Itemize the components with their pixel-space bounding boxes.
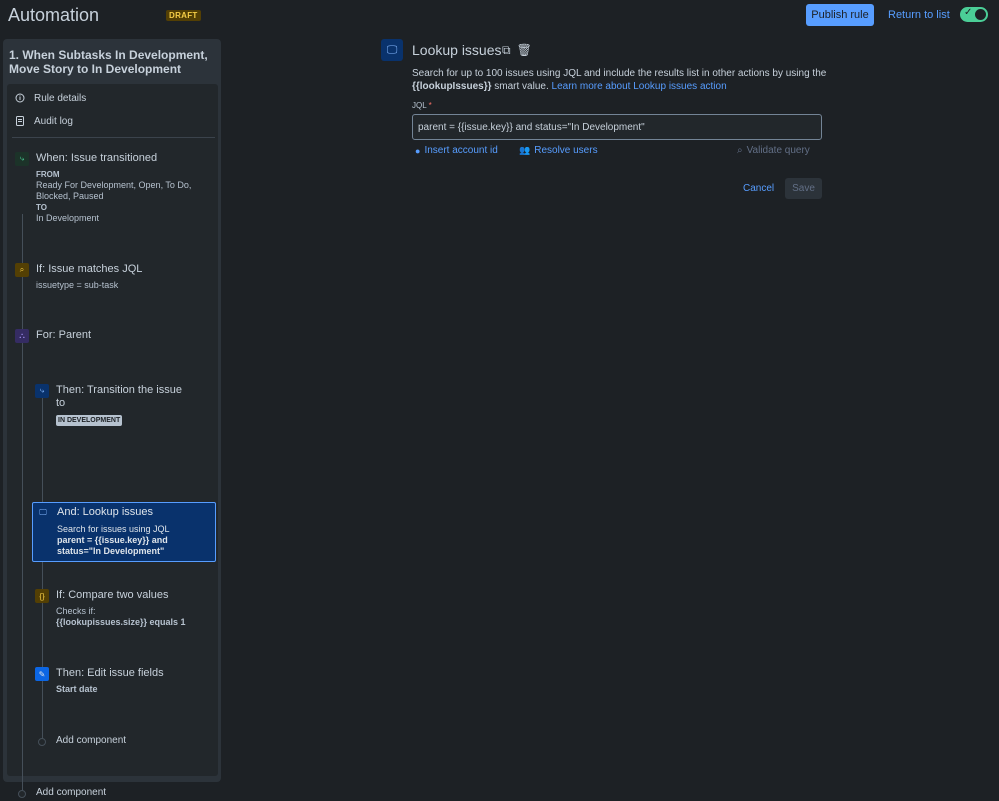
monitor-icon: 🖵 <box>381 39 403 61</box>
lookup-issues-step[interactable]: 🖵 And: Lookup issues Search for issues u… <box>32 502 216 562</box>
description-text: Search for up to 100 issues using JQL an… <box>412 68 827 79</box>
rule-components: Rule details Audit log ⤷ When: Issue tra… <box>7 84 218 798</box>
rule-panel: 1. When Subtasks In Development, Move St… <box>3 39 221 798</box>
branch-parent-step[interactable]: ⛬ For: Parent <box>15 329 210 345</box>
add-component-outer[interactable]: Add component <box>36 787 106 798</box>
rule-enabled-toggle[interactable]: ✓ <box>960 7 988 22</box>
lookup-jql-2: status="In Development" <box>57 546 165 556</box>
description-text-2: smart value. <box>491 81 552 92</box>
add-node-dot <box>18 790 26 798</box>
learn-more-link[interactable]: Learn more about Lookup issues action <box>552 81 727 92</box>
edit-title: Then: Edit issue fields <box>56 667 164 679</box>
rule-name: 1. When Subtasks In Development, Move St… <box>9 48 208 76</box>
from-label: FROM <box>36 170 60 179</box>
search-icon: ⌕ <box>15 263 29 277</box>
publish-rule-button[interactable]: Publish rule <box>806 4 874 26</box>
from-value: Ready For Development, Open, To Do, Bloc… <box>36 180 192 201</box>
lookup-title: And: Lookup issues <box>57 506 154 518</box>
toggle-knob <box>975 9 986 20</box>
editor-description: Search for up to 100 issues using JQL an… <box>412 67 832 93</box>
edit-body: Start date <box>56 684 98 694</box>
transition-title: Then: Transition the issue <box>56 384 182 396</box>
status-badge: IN DEVELOPMENT <box>56 415 123 426</box>
save-button[interactable]: Save <box>785 178 822 199</box>
jql-label: JQL * <box>412 101 432 110</box>
compare-values-step[interactable]: {} If: Compare two values Checks if: {{l… <box>35 589 210 629</box>
insert-account-label: Insert account id <box>424 145 498 156</box>
smart-value: {{lookupIssues}} <box>412 81 492 92</box>
condition-jql-step[interactable]: ⌕ If: Issue matches JQL issuetype = sub-… <box>15 263 210 297</box>
hierarchy-icon: ⛬ <box>15 329 29 343</box>
to-label: TO <box>36 203 47 212</box>
compare-title: If: Compare two values <box>56 589 169 601</box>
braces-icon: {} <box>35 589 49 603</box>
validate-query-button[interactable]: ⌕ Validate query <box>737 145 810 156</box>
editor-title: Lookup issues <box>412 42 502 58</box>
jql-label-text: JQL <box>412 101 427 110</box>
required-marker: * <box>428 101 432 110</box>
condition-body: issuetype = sub-task <box>36 280 119 290</box>
page-title: Automation <box>8 5 100 25</box>
resolve-users-button[interactable]: 👥 Resolve users <box>519 145 598 156</box>
users-icon: 👥 <box>519 145 531 155</box>
document-icon <box>15 116 25 126</box>
validate-label: Validate query <box>746 145 810 156</box>
divider <box>12 137 215 138</box>
edit-fields-step[interactable]: ✎ Then: Edit issue fields Start date <box>35 667 210 697</box>
add-component-inner[interactable]: Add component <box>56 735 126 746</box>
rule-details-label: Rule details <box>34 92 87 104</box>
audit-log-item[interactable]: Audit log <box>15 113 73 129</box>
pencil-icon: ✎ <box>35 667 49 681</box>
lookup-jql-1: parent = {{issue.key}} and <box>57 535 168 545</box>
compare-expression: {{lookupissues.size}} equals 1 <box>56 617 186 627</box>
condition-title: If: Issue matches JQL <box>36 263 143 275</box>
return-to-list-link[interactable]: Return to list <box>888 9 950 21</box>
search-icon: ⌕ <box>737 145 743 156</box>
cancel-button[interactable]: Cancel <box>740 178 777 199</box>
audit-log-label: Audit log <box>34 115 73 127</box>
check-icon: ✓ <box>964 7 973 18</box>
monitor-icon: 🖵 <box>39 508 47 517</box>
jql-input[interactable] <box>412 114 822 140</box>
user-icon: ● <box>415 145 421 156</box>
transition-icon: ⤷ <box>35 384 49 398</box>
lookup-body: Search for issues using JQL <box>57 524 170 534</box>
rule-details-item[interactable]: Rule details <box>15 90 86 106</box>
copy-icon[interactable]: ⧉ <box>502 43 511 58</box>
add-node-dot <box>38 738 46 746</box>
insert-account-id-button[interactable]: ● Insert account id <box>415 145 498 156</box>
transition-title-2: to <box>56 397 66 409</box>
resolve-users-label: Resolve users <box>534 145 598 156</box>
branch-title: For: Parent <box>36 329 92 341</box>
compare-body: Checks if: <box>56 606 96 616</box>
draft-badge: DRAFT <box>166 10 201 21</box>
trash-icon[interactable]: 🗑 <box>517 43 532 58</box>
info-icon <box>15 93 25 103</box>
top-bar: Automation DRAFT Publish rule Return to … <box>0 0 999 32</box>
transition-icon: ⤷ <box>15 152 29 166</box>
to-value: In Development <box>36 213 100 223</box>
trigger-title: When: Issue transitioned <box>36 152 158 164</box>
trigger-step[interactable]: ⤷ When: Issue transitioned FROM Ready Fo… <box>15 152 210 232</box>
flow-line <box>22 214 23 794</box>
transition-step[interactable]: ⤷ Then: Transition the issue to IN DEVEL… <box>35 384 210 426</box>
